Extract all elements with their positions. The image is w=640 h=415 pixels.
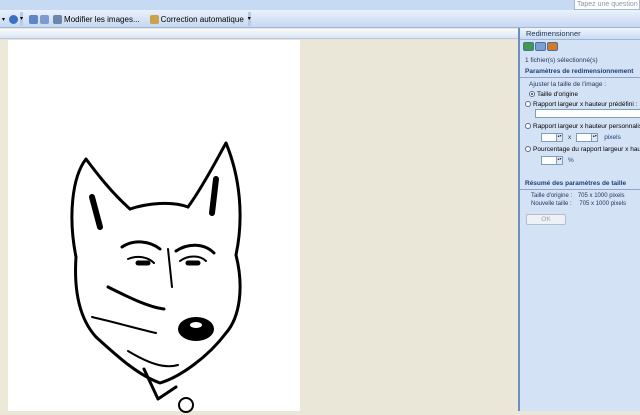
times-label: x xyxy=(568,134,572,141)
auto-correct-label: Correction automatique xyxy=(160,14,244,24)
custom-width-stepper[interactable]: ▴▾ xyxy=(541,133,563,142)
radio-predefined[interactable] xyxy=(525,101,531,107)
image-preview xyxy=(8,40,300,413)
resize-task-pane: Redimensionner 1 fichier(s) sélectionné(… xyxy=(518,28,640,411)
image-icon xyxy=(53,14,63,24)
radio-original-size[interactable] xyxy=(529,91,535,97)
option-custom-label: Rapport largeur x hauteur personnalisé : xyxy=(533,122,640,130)
help-search-input[interactable]: Tapez une question xyxy=(574,0,640,10)
auto-correct-button[interactable]: Correction automatique xyxy=(148,12,246,26)
nose-highlight xyxy=(190,322,202,328)
predefined-size-select[interactable] xyxy=(535,109,640,118)
home-icon[interactable] xyxy=(547,42,558,51)
help-icon[interactable] xyxy=(9,14,19,24)
radio-percent[interactable] xyxy=(525,146,531,152)
task-pane-body: 1 fichier(s) sélectionné(s) Paramètres d… xyxy=(520,52,640,225)
custom-size-row: ▴▾ x ▴▾ pixels xyxy=(525,131,640,144)
new-size-value: 705 x 1000 pixels xyxy=(579,201,627,207)
option-original-label: Taille d'origine xyxy=(537,90,578,98)
document-ruler-bar xyxy=(0,29,518,39)
collar-ring xyxy=(178,397,194,413)
task-pane-title: Redimensionner xyxy=(520,28,640,40)
pixels-label: pixels xyxy=(604,134,621,141)
left-margin xyxy=(0,40,8,411)
ok-button[interactable]: OK xyxy=(526,214,566,225)
rotate-right-icon[interactable] xyxy=(40,14,50,24)
custom-height-stepper[interactable]: ▴▾ xyxy=(576,133,599,142)
original-size-value: 705 x 1000 pixels xyxy=(577,193,625,199)
option-custom[interactable]: Rapport largeur x hauteur personnalisé : xyxy=(525,121,640,131)
image-workspace xyxy=(0,40,518,413)
title-bar: Tapez une question xyxy=(0,0,640,10)
new-size-row: Nouvelle taille : 705 x 1000 pixels xyxy=(525,200,640,208)
files-selected-count: 1 fichier(s) sélectionné(s) xyxy=(525,57,598,64)
option-percent-label: Pourcentage du rapport largeur x hauteur xyxy=(533,145,640,153)
summary-heading: Résumé des paramètres de taille xyxy=(525,180,627,187)
rotate-left-icon[interactable] xyxy=(29,14,39,24)
auto-correct-icon xyxy=(149,14,159,24)
picture-toolbar: ▾ ▾ Modifier les images... Correction au… xyxy=(0,10,640,28)
dog-nose xyxy=(178,317,214,341)
back-arrow-icon[interactable] xyxy=(523,42,534,51)
percent-row: ▴▾ % xyxy=(525,154,640,167)
original-size-label: Taille d'origine : xyxy=(531,193,573,199)
divider xyxy=(520,189,640,190)
task-pane-nav xyxy=(520,40,640,52)
radio-custom[interactable] xyxy=(525,123,531,129)
option-percent[interactable]: Pourcentage du rapport largeur x hauteur xyxy=(525,144,640,154)
dropdown-arrow-icon[interactable]: ▾ xyxy=(0,12,7,26)
forward-arrow-icon[interactable] xyxy=(535,42,546,51)
adjust-size-label: Ajuster la taille de l'image : xyxy=(529,81,607,88)
modify-images-button[interactable]: Modifier les images... xyxy=(51,12,142,26)
option-original-size[interactable]: Taille d'origine xyxy=(525,89,640,99)
percent-stepper[interactable]: ▴▾ xyxy=(541,156,563,165)
predefined-select-row xyxy=(525,109,640,121)
original-size-row: Taille d'origine : 705 x 1000 pixels xyxy=(525,192,640,200)
new-size-label: Nouvelle taille : xyxy=(531,201,572,207)
modify-images-label: Modifier les images... xyxy=(64,14,140,24)
toolbar-strip: ▾ ▾ Modifier les images... Correction au… xyxy=(0,11,251,27)
percent-unit-label: % xyxy=(568,157,574,164)
resize-params-heading: Paramètres de redimensionnement xyxy=(525,68,634,75)
toolbar-options-button[interactable]: ▾ xyxy=(247,12,251,26)
toolbar-options-button[interactable]: ▾ xyxy=(20,12,24,26)
husky-drawing xyxy=(70,141,242,413)
divider xyxy=(520,77,640,78)
option-predefined[interactable]: Rapport largeur x hauteur prédéfini : xyxy=(525,99,640,109)
option-predefined-label: Rapport largeur x hauteur prédéfini : xyxy=(533,100,638,108)
